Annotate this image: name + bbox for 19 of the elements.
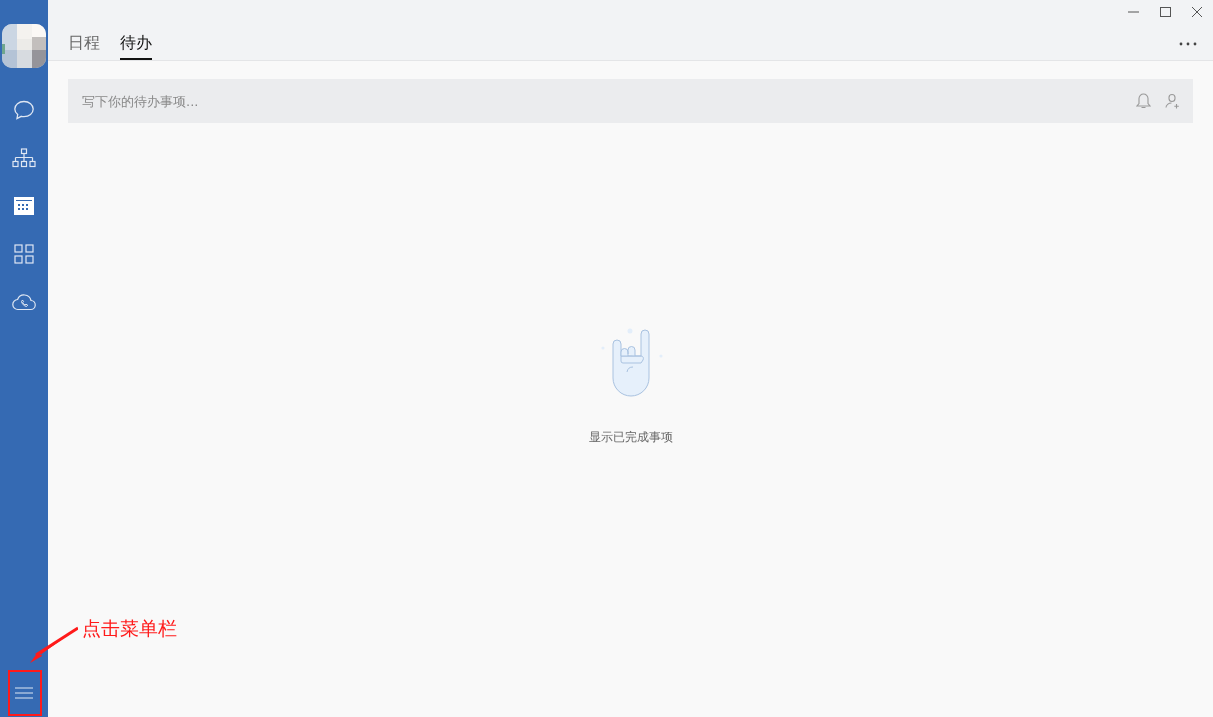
minimize-icon — [1127, 11, 1139, 13]
calendar-icon — [14, 197, 34, 215]
cloud-phone-icon — [12, 293, 36, 311]
annotation-box — [8, 670, 42, 716]
org-chart-icon — [12, 148, 36, 168]
close-icon — [1192, 7, 1202, 17]
chat-icon — [13, 100, 35, 120]
apps-icon — [14, 244, 34, 264]
show-completed-link[interactable]: 显示已完成事项 — [588, 428, 673, 446]
menu-icon — [15, 687, 33, 699]
more-button[interactable] — [1179, 42, 1197, 46]
bell-icon — [1136, 93, 1151, 109]
tab[interactable]: 日程 — [68, 32, 100, 60]
tab[interactable]: 待办 — [120, 32, 152, 60]
reminder-button[interactable] — [1136, 93, 1151, 109]
maximize-icon — [1159, 7, 1171, 17]
annotation-text: 点击菜单栏 — [82, 616, 177, 641]
assign-button[interactable] — [1165, 93, 1181, 109]
user-plus-icon — [1165, 93, 1181, 109]
